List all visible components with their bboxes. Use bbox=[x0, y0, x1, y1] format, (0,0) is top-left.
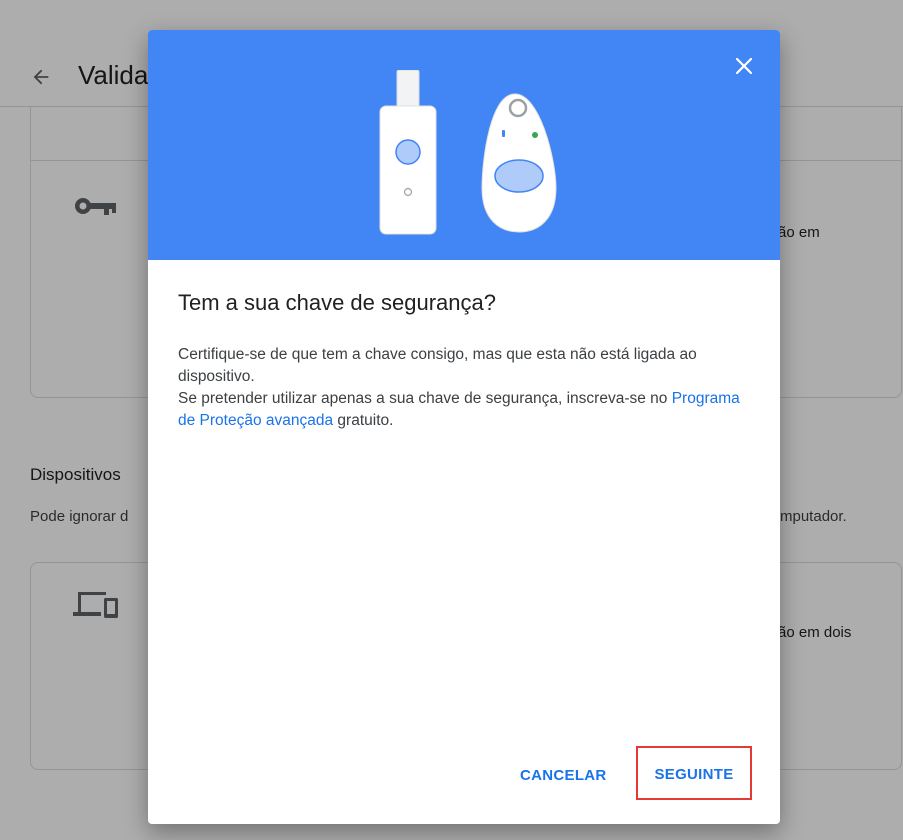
body-text: gratuito. bbox=[333, 412, 394, 429]
cancel-button[interactable]: CANCELAR bbox=[520, 764, 607, 788]
dialog-title: Tem a sua chave de segurança? bbox=[178, 290, 496, 315]
close-icon bbox=[735, 57, 753, 75]
security-keys-illustration bbox=[379, 70, 557, 235]
body-text: Se pretender utilizar apenas a sua chave… bbox=[178, 390, 672, 407]
dialog-body-line2: Se pretender utilizar apenas a sua chave… bbox=[178, 388, 758, 432]
dialog-body: Certifique-se de que tem a chave consigo… bbox=[178, 344, 758, 432]
dialog-hero-banner bbox=[148, 30, 780, 260]
next-button[interactable]: SEGUINTE bbox=[636, 746, 752, 800]
dialog-body-line1: Certifique-se de que tem a chave consigo… bbox=[178, 346, 697, 385]
close-button[interactable] bbox=[730, 52, 758, 80]
security-key-dialog: Tem a sua chave de segurança? Certifique… bbox=[148, 30, 780, 824]
